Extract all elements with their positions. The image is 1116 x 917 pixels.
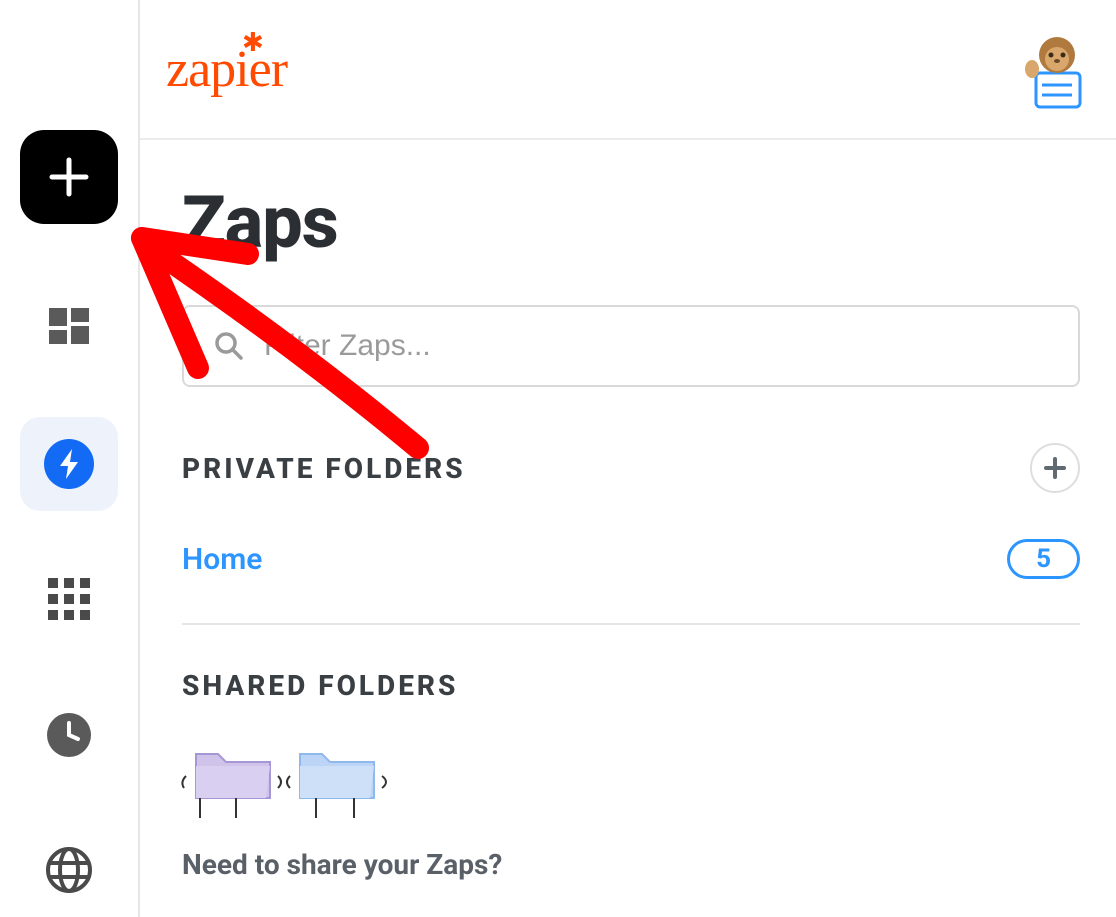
shared-folders-section: SHARED FOLDERS: [182, 669, 1080, 881]
globe-icon: [44, 845, 94, 895]
clock-icon: [45, 711, 93, 759]
nav-history[interactable]: [20, 688, 118, 782]
nav-dashboard[interactable]: [20, 282, 118, 376]
plus-icon: [1044, 457, 1066, 479]
sidebar: [0, 0, 140, 917]
header: ✱zapier: [140, 0, 1116, 140]
shared-folders-illustration: [178, 732, 1080, 822]
create-zap-button[interactable]: [20, 130, 118, 224]
filter-zaps-input[interactable]: [264, 329, 1048, 363]
zap-bolt-icon: [44, 439, 94, 489]
main: ✱zapier Zaps: [140, 0, 1116, 917]
apps-grid-icon: [46, 576, 92, 622]
folder-row: Home 5: [182, 529, 1080, 625]
dashboard-icon: [45, 304, 93, 352]
folder-home-link[interactable]: Home: [182, 542, 262, 577]
avatar-icon: [1024, 29, 1090, 109]
plus-icon: [44, 152, 94, 202]
add-private-folder-button[interactable]: [1030, 443, 1080, 493]
shared-folders-title: SHARED FOLDERS: [182, 669, 1080, 702]
account-avatar[interactable]: [1022, 34, 1092, 104]
nav-apps[interactable]: [20, 553, 118, 647]
brand-logo[interactable]: ✱zapier: [166, 40, 287, 99]
nav-zaps[interactable]: [20, 417, 118, 511]
nav-explore[interactable]: [20, 824, 118, 917]
search-icon: [214, 331, 244, 361]
page-title: Zaps: [182, 180, 1080, 265]
filter-zaps-field[interactable]: [182, 305, 1080, 387]
private-folders-title: PRIVATE FOLDERS: [182, 452, 466, 485]
share-zaps-prompt: Need to share your Zaps?: [182, 848, 1080, 881]
private-folders-header: PRIVATE FOLDERS: [182, 443, 1080, 493]
folder-home-count: 5: [1007, 539, 1080, 579]
